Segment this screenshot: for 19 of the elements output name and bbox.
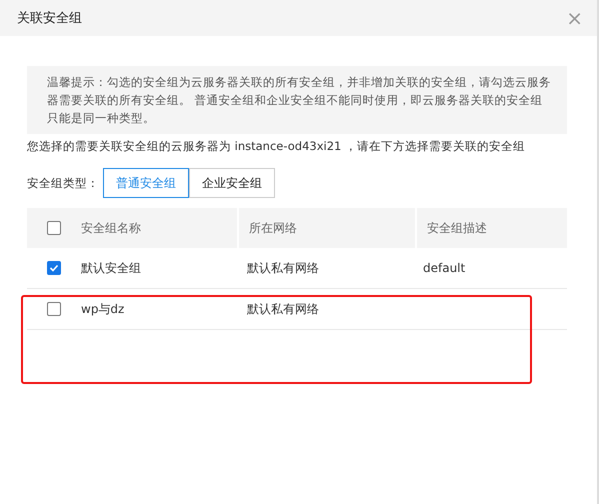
column-header: 安全组名称 xyxy=(81,220,141,236)
row-checkbox[interactable] xyxy=(47,302,61,316)
close-button[interactable]: × xyxy=(566,8,583,28)
table-cell: 默认私有网络 xyxy=(247,260,319,276)
column-header: 所在网络 xyxy=(237,208,415,248)
table-cell: 默认安全组 xyxy=(81,260,141,276)
tip-notice: 温馨提示：勾选的安全组为云服务器关联的所有安全组，并非增加关联的安全组，请勾选云服务器需要关联的所有安全组。 普通安全组和企业安全组不能同时使用，即云服务器关联的安全组只能是同一种类型。 xyxy=(27,66,567,134)
table-cell: default xyxy=(423,261,466,275)
dialog-title: 关联安全组 xyxy=(17,10,82,27)
table-cell: wp与dz xyxy=(81,300,124,318)
table-cell: 默认私有网络 xyxy=(247,300,319,318)
instruction-text: 您选择的需要关联安全组的云服务器为 instance-od43xi21 ，请在下方选择需要关联的安全组 xyxy=(27,139,526,154)
checkmark-icon xyxy=(49,263,59,273)
type-tab[interactable]: 企业安全组 xyxy=(189,168,275,198)
row-checkbox[interactable] xyxy=(47,261,61,275)
select-all-checkbox[interactable] xyxy=(47,221,61,235)
type-tab[interactable]: 普通安全组 xyxy=(103,168,189,198)
column-header: 安全组描述 xyxy=(415,208,567,248)
type-label: 安全组类型： xyxy=(27,176,99,190)
